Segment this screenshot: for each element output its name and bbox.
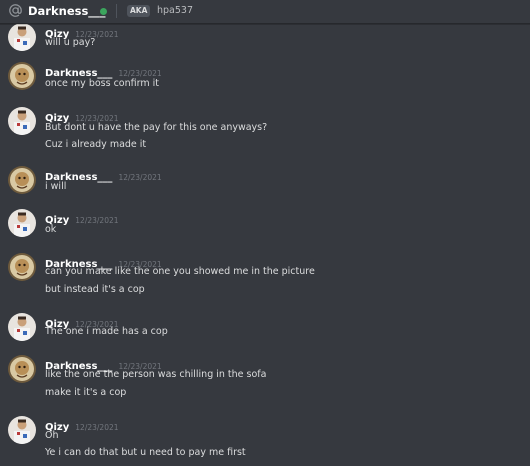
message-text: can you make like the one you showed me … <box>45 266 315 277</box>
message-text: but instead it's a cop <box>45 284 145 295</box>
timestamp: 12/23/2021 <box>75 423 119 432</box>
user-alias[interactable]: hpa537 <box>157 4 193 18</box>
message-text: i will <box>45 181 67 192</box>
message-text: Oh <box>45 430 59 441</box>
message-text: make it it's a cop <box>45 387 127 398</box>
message-list: Qizy 12/23/2021 will u pay? Darkness___ 12… <box>0 0 530 466</box>
at-icon <box>8 3 23 18</box>
message-text: like the one the person was chilling in … <box>45 369 267 380</box>
online-status-icon <box>100 8 107 15</box>
avatar[interactable] <box>8 166 36 194</box>
message-text: once my boss confirm it <box>45 78 159 89</box>
aka-badge: AKA <box>127 5 151 17</box>
avatar[interactable] <box>8 253 36 281</box>
timestamp: 12/23/2021 <box>75 216 119 225</box>
dm-username[interactable]: Darkness___ <box>28 3 106 19</box>
message-text: Ye i can do that but u need to pay me fi… <box>45 447 246 458</box>
timestamp: 12/23/2021 <box>118 173 162 182</box>
message-text: ok <box>45 224 57 235</box>
avatar[interactable] <box>8 416 36 444</box>
timestamp: 12/23/2021 <box>118 69 162 78</box>
dm-header: Darkness___ AKA hpa537 <box>0 0 530 24</box>
avatar[interactable] <box>8 23 36 51</box>
message-text: The one i made has a cop <box>45 326 168 337</box>
avatar[interactable] <box>8 62 36 90</box>
avatar[interactable] <box>8 355 36 383</box>
avatar[interactable] <box>8 107 36 135</box>
message-text: Cuz i already made it <box>45 139 147 150</box>
avatar[interactable] <box>8 313 36 341</box>
dm-window: Qizy 12/23/2021 will u pay? Darkness___ 12… <box>0 0 530 466</box>
message-text: will u pay? <box>45 37 96 48</box>
avatar[interactable] <box>8 209 36 237</box>
header-divider <box>116 4 117 18</box>
message-text: But dont u have the pay for this one any… <box>45 122 268 133</box>
